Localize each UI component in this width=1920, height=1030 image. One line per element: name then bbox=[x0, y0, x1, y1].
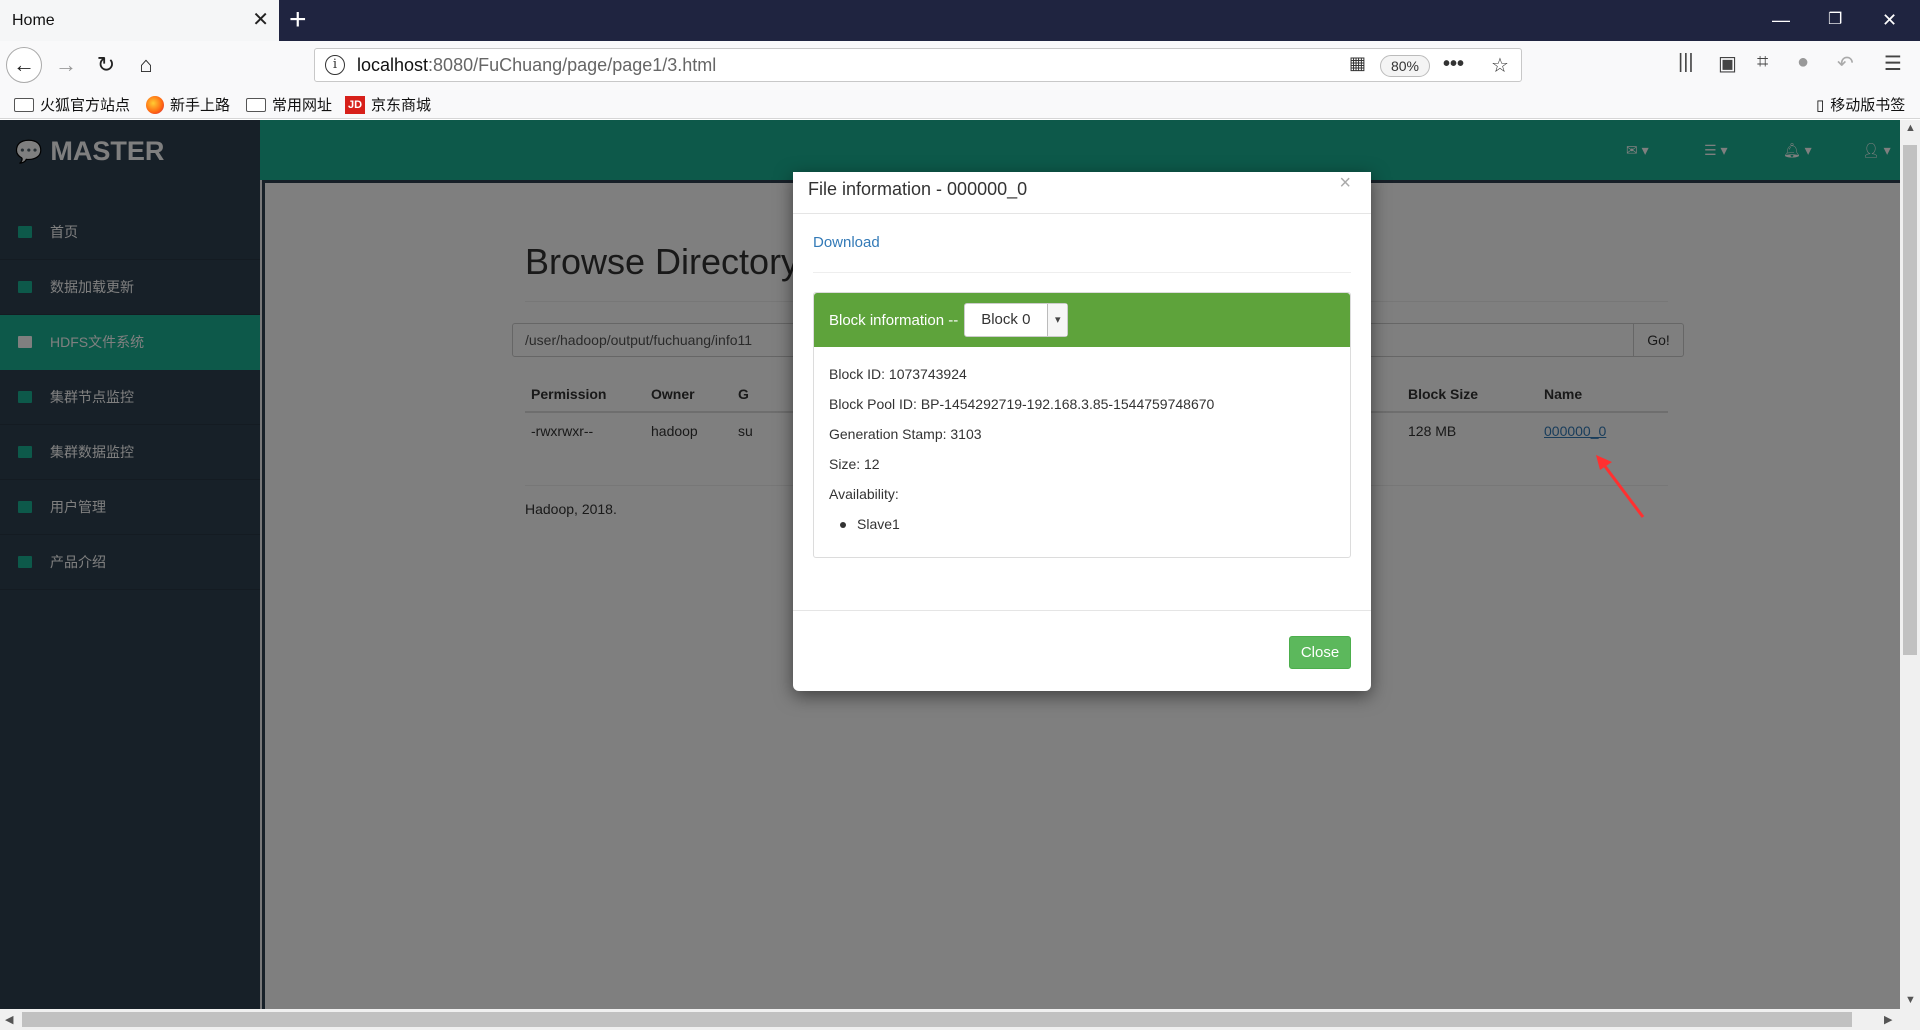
menu-icon[interactable]: ☰ bbox=[1884, 51, 1902, 76]
scroll-right-icon[interactable]: ▶ bbox=[1884, 1013, 1892, 1026]
mobile-bookmarks[interactable]: ▯ 移动版书签 bbox=[1816, 94, 1905, 115]
home-icon[interactable]: ⌂ bbox=[130, 49, 162, 81]
divider bbox=[813, 272, 1351, 273]
jd-logo-icon: JD bbox=[345, 95, 365, 114]
tab-title: Home bbox=[12, 11, 55, 29]
block-pool-id: Block Pool ID: BP-1454292719-192.168.3.8… bbox=[829, 396, 1215, 412]
url-bar[interactable]: i localhost:8080/FuChuang/page/page1/3.h… bbox=[314, 48, 1522, 82]
horizontal-scroll-thumb[interactable] bbox=[22, 1012, 1852, 1027]
block-info-panel: Block information -- Block 0 ▾ Block ID:… bbox=[813, 292, 1351, 558]
scroll-up-icon[interactable]: ▲ bbox=[1905, 122, 1916, 134]
reload-icon[interactable]: ↻ bbox=[90, 49, 122, 81]
restore-icon[interactable]: ❐ bbox=[1828, 8, 1842, 32]
download-link[interactable]: Download bbox=[813, 234, 880, 251]
panel-heading: Block information -- Block 0 ▾ bbox=[814, 293, 1350, 347]
new-tab-icon[interactable]: + bbox=[289, 4, 307, 36]
bookmark-getting-started[interactable]: 新手上路 bbox=[146, 94, 230, 115]
close-icon[interactable]: × bbox=[1339, 172, 1351, 195]
vertical-scroll-thumb[interactable] bbox=[1903, 145, 1917, 655]
browser-tab-home[interactable]: Home ✕ bbox=[0, 0, 279, 41]
page-viewport: 💬 MASTER 首页数据加载更新HDFS文件系统集群节点监控集群数据监控用户管… bbox=[0, 120, 1900, 1009]
modal-footer-divider bbox=[793, 610, 1371, 611]
sidebar-icon[interactable]: ▣ bbox=[1718, 51, 1737, 76]
qr-code-icon[interactable]: ▦ bbox=[1349, 53, 1366, 74]
folder-icon bbox=[246, 97, 266, 112]
firefox-icon bbox=[146, 95, 164, 114]
list-item: Slave1 bbox=[829, 509, 1335, 539]
tab-strip: Home ✕ + — ❐ ✕ bbox=[0, 0, 1920, 41]
generation-stamp: Generation Stamp: 3103 bbox=[829, 426, 982, 442]
modal-title: File information - 000000_0 bbox=[808, 179, 1028, 199]
availability-label: Availability: bbox=[829, 486, 899, 502]
close-button[interactable]: Close bbox=[1289, 636, 1351, 669]
undo-icon[interactable]: ↶ bbox=[1837, 51, 1854, 76]
minimize-icon[interactable]: — bbox=[1772, 8, 1790, 32]
bookmark-jd[interactable]: JD 京东商城 bbox=[345, 94, 431, 115]
bookmark-star-icon[interactable]: ☆ bbox=[1491, 53, 1509, 78]
scroll-left-icon[interactable]: ◀ bbox=[5, 1013, 13, 1026]
bookmark-firefox-site[interactable]: 火狐官方站点 bbox=[14, 94, 130, 115]
zoom-indicator[interactable]: 80% bbox=[1380, 55, 1430, 77]
chevron-down-icon: ▾ bbox=[1047, 304, 1068, 336]
close-tab-icon[interactable]: ✕ bbox=[252, 10, 269, 30]
folder-icon bbox=[14, 97, 34, 112]
url-text[interactable]: localhost:8080/FuChuang/page/page1/3.htm… bbox=[357, 55, 716, 76]
page-actions-icon[interactable]: ••• bbox=[1443, 53, 1464, 76]
bookmark-common-sites[interactable]: 常用网址 bbox=[246, 94, 332, 115]
block-select[interactable]: Block 0 ▾ bbox=[964, 303, 1069, 337]
mobile-icon: ▯ bbox=[1816, 96, 1825, 114]
close-window-icon[interactable]: ✕ bbox=[1882, 8, 1897, 32]
file-info-modal: File information - 000000_0 × Download B… bbox=[793, 172, 1371, 691]
chat-icon[interactable]: ● bbox=[1797, 51, 1809, 74]
modal-header-divider bbox=[793, 213, 1371, 214]
library-icon[interactable]: ||| bbox=[1678, 51, 1694, 74]
forward-icon[interactable]: → bbox=[50, 49, 82, 81]
panel-body: Block ID: 1073743924 Block Pool ID: BP-1… bbox=[814, 347, 1350, 551]
back-icon[interactable]: ← bbox=[6, 47, 42, 83]
block-info-label: Block information -- bbox=[829, 311, 959, 329]
size: Size: 12 bbox=[829, 456, 880, 472]
scroll-down-icon[interactable]: ▼ bbox=[1905, 994, 1916, 1006]
bookmarks-toolbar: 火狐官方站点 新手上路 常用网址 JD 京东商城 ▯ 移动版书签 bbox=[0, 89, 1920, 119]
screenshot-icon[interactable]: ⌗ bbox=[1757, 51, 1768, 74]
navigation-toolbar: ← → ↻ ⌂ i localhost:8080/FuChuang/page/p… bbox=[0, 41, 1920, 89]
block-id: Block ID: 1073743924 bbox=[829, 366, 967, 382]
site-info-icon[interactable]: i bbox=[325, 55, 345, 75]
